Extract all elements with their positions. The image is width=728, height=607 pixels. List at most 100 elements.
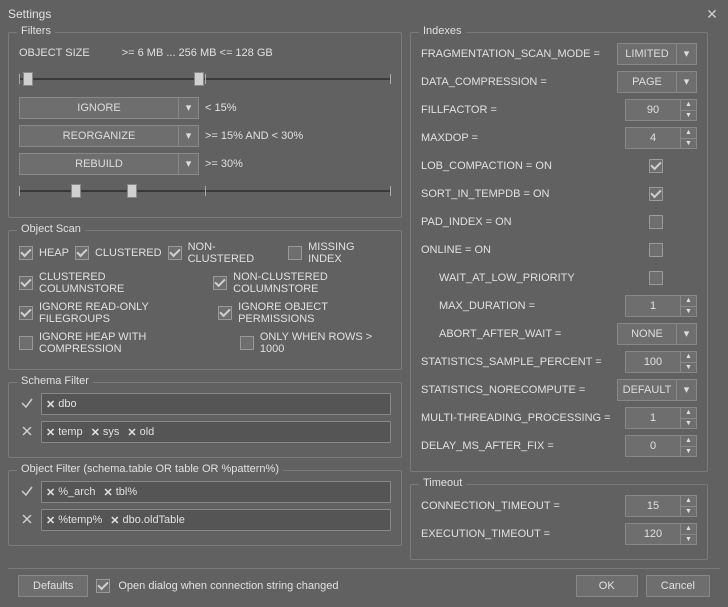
frag-mode-combo[interactable]: LIMITED▾ xyxy=(617,43,697,65)
object-scan-group: Object Scan HEAP CLUSTERED NON-CLUSTERED… xyxy=(8,230,402,370)
cancel-button[interactable]: Cancel xyxy=(646,575,710,597)
remove-icon[interactable]: ✕ xyxy=(46,426,55,439)
slider-thumb-high[interactable] xyxy=(194,72,204,86)
missing-index-checkbox[interactable] xyxy=(288,246,302,260)
remove-icon[interactable]: ✕ xyxy=(91,426,100,439)
chevron-down-icon[interactable]: ▾ xyxy=(179,153,199,175)
statssample-spin[interactable]: 100▲▼ xyxy=(625,351,697,373)
object-exclude-input[interactable]: ✕%temp% ✕dbo.oldTable xyxy=(41,509,391,531)
mtp-spin[interactable]: 1▲▼ xyxy=(625,407,697,429)
spin-up-icon[interactable]: ▲ xyxy=(681,523,697,534)
open-dialog-checkbox[interactable] xyxy=(96,579,110,593)
padindex-checkbox[interactable] xyxy=(649,215,663,229)
chip[interactable]: ✕sys xyxy=(91,426,120,439)
schema-include-input[interactable]: ✕dbo xyxy=(41,393,391,415)
spin-down-icon[interactable]: ▼ xyxy=(681,138,697,149)
remove-icon[interactable]: ✕ xyxy=(127,426,136,439)
spin-down-icon[interactable]: ▼ xyxy=(681,362,697,373)
ignore-ro-checkbox[interactable] xyxy=(19,306,33,320)
ignore-ro-label: IGNORE READ-ONLY FILEGROUPS xyxy=(39,301,205,325)
only-rows-checkbox[interactable] xyxy=(240,336,254,350)
threshold-slider[interactable] xyxy=(19,181,391,201)
maxdur-label: MAX_DURATION = xyxy=(421,300,625,312)
chevron-down-icon[interactable]: ▾ xyxy=(179,97,199,119)
action-high-combo[interactable]: REBUILD ▾ xyxy=(19,153,199,175)
object-include-input[interactable]: ✕%_arch ✕tbl% xyxy=(41,481,391,503)
chevron-down-icon[interactable]: ▾ xyxy=(179,125,199,147)
statsnoreco-combo[interactable]: DEFAULT▾ xyxy=(617,379,697,401)
spin-up-icon[interactable]: ▲ xyxy=(681,435,697,446)
chip[interactable]: ✕temp xyxy=(46,426,83,439)
ignore-perm-checkbox[interactable] xyxy=(218,306,232,320)
slider-thumb-low[interactable] xyxy=(71,184,81,198)
defaults-button[interactable]: Defaults xyxy=(18,575,88,597)
chevron-down-icon[interactable]: ▾ xyxy=(677,379,697,401)
clustered-cs-checkbox[interactable] xyxy=(19,276,33,290)
conn-timeout-label: CONNECTION_TIMEOUT = xyxy=(421,500,625,512)
remove-icon[interactable]: ✕ xyxy=(110,514,119,527)
mtp-label: MULTI-THREADING_PROCESSING = xyxy=(421,412,625,424)
ignore-heap-label: IGNORE HEAP WITH COMPRESSION xyxy=(39,331,220,355)
schema-filter-title: Schema Filter xyxy=(17,375,93,387)
chip[interactable]: ✕tbl% xyxy=(104,486,138,499)
chevron-down-icon[interactable]: ▾ xyxy=(677,71,697,93)
lob-checkbox[interactable] xyxy=(649,159,663,173)
fillfactor-label: FILLFACTOR = xyxy=(421,104,625,116)
conn-timeout-spin[interactable]: 15▲▼ xyxy=(625,495,697,517)
statssample-label: STATISTICS_SAMPLE_PERCENT = xyxy=(421,356,625,368)
remove-icon[interactable]: ✕ xyxy=(46,514,55,527)
spin-down-icon[interactable]: ▼ xyxy=(681,534,697,545)
chip[interactable]: ✕dbo xyxy=(46,398,77,411)
abort-label: ABORT_AFTER_WAIT = xyxy=(421,328,617,340)
maxdur-spin[interactable]: 1▲▼ xyxy=(625,295,697,317)
spin-down-icon[interactable]: ▼ xyxy=(681,418,697,429)
object-size-slider[interactable] xyxy=(19,69,391,89)
close-icon[interactable]: ✕ xyxy=(704,6,720,22)
chip[interactable]: ✕dbo.oldTable xyxy=(110,514,185,527)
remove-icon[interactable]: ✕ xyxy=(46,398,55,411)
spin-up-icon[interactable]: ▲ xyxy=(681,407,697,418)
spin-up-icon[interactable]: ▲ xyxy=(681,99,697,110)
spin-down-icon[interactable]: ▼ xyxy=(681,506,697,517)
ok-button[interactable]: OK xyxy=(576,575,638,597)
clustered-checkbox[interactable] xyxy=(75,246,89,260)
schema-exclude-input[interactable]: ✕temp ✕sys ✕old xyxy=(41,421,391,443)
chip[interactable]: ✕old xyxy=(127,426,154,439)
slider-thumb-high[interactable] xyxy=(127,184,137,198)
online-checkbox[interactable] xyxy=(649,243,663,257)
data-comp-combo[interactable]: PAGE▾ xyxy=(617,71,697,93)
spin-down-icon[interactable]: ▼ xyxy=(681,306,697,317)
exec-timeout-label: EXECUTION_TIMEOUT = xyxy=(421,528,625,540)
nonclustered-cs-checkbox[interactable] xyxy=(213,276,227,290)
chevron-down-icon[interactable]: ▾ xyxy=(677,323,697,345)
ignore-heap-checkbox[interactable] xyxy=(19,336,33,350)
nonclustered-checkbox[interactable] xyxy=(168,246,182,260)
spin-up-icon[interactable]: ▲ xyxy=(681,495,697,506)
spin-up-icon[interactable]: ▲ xyxy=(681,295,697,306)
maxdop-label: MAXDOP = xyxy=(421,132,625,144)
chip[interactable]: ✕%temp% xyxy=(46,514,102,527)
frag-mode-label: FRAGMENTATION_SCAN_MODE = xyxy=(421,48,617,60)
filters-title: Filters xyxy=(17,25,55,37)
action-mid-combo[interactable]: REORGANIZE ▾ xyxy=(19,125,199,147)
spin-down-icon[interactable]: ▼ xyxy=(681,446,697,457)
sorttemp-checkbox[interactable] xyxy=(649,187,663,201)
exec-timeout-spin[interactable]: 120▲▼ xyxy=(625,523,697,545)
slider-thumb-low[interactable] xyxy=(23,72,33,86)
remove-icon[interactable]: ✕ xyxy=(46,486,55,499)
action-low-combo[interactable]: IGNORE ▾ xyxy=(19,97,199,119)
wait-checkbox[interactable] xyxy=(649,271,663,285)
chevron-down-icon[interactable]: ▾ xyxy=(677,43,697,65)
spin-down-icon[interactable]: ▼ xyxy=(681,110,697,121)
abort-combo[interactable]: NONE▾ xyxy=(617,323,697,345)
maxdop-spin[interactable]: 4▲▼ xyxy=(625,127,697,149)
heap-checkbox[interactable] xyxy=(19,246,33,260)
fillfactor-spin[interactable]: 90▲▼ xyxy=(625,99,697,121)
spin-up-icon[interactable]: ▲ xyxy=(681,127,697,138)
remove-icon[interactable]: ✕ xyxy=(104,486,113,499)
chip[interactable]: ✕%_arch xyxy=(46,486,96,499)
spin-up-icon[interactable]: ▲ xyxy=(681,351,697,362)
delay-spin[interactable]: 0▲▼ xyxy=(625,435,697,457)
window-title: Settings xyxy=(8,7,51,21)
schema-filter-group: Schema Filter ✕dbo ✕temp ✕sys ✕old xyxy=(8,382,402,458)
